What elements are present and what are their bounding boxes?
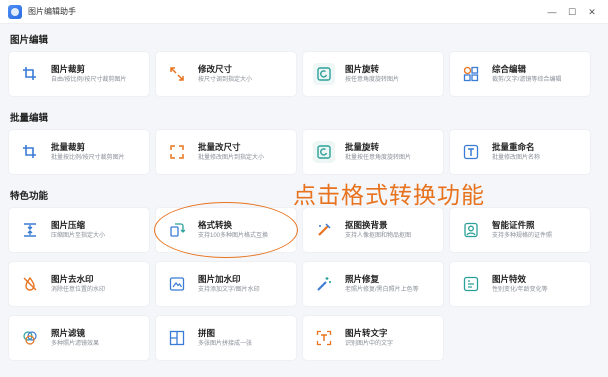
tool-title: 批量旋转 [345,142,380,152]
tool-card-rotate[interactable]: 图片旋转 按任意角度旋转图片 [303,52,443,96]
tool-title: 照片滤镜 [51,328,86,338]
tool-card-compress[interactable]: 图片压缩 压缩图片至指定大小 [9,208,149,252]
tool-desc: 按尺寸调到指定大小 [198,77,253,83]
tool-card-comprehensive-edit[interactable]: 综合编辑 裁剪/文字/滤镜等综合编辑 [450,52,590,96]
tool-desc: 消除任意位置的水印 [51,287,106,293]
tool-desc: 裁剪/文字/滤镜等综合编辑 [492,77,562,83]
tool-desc: 批量按比例/按尺寸裁剪图片 [51,155,125,161]
tool-title: 智能证件照 [492,220,535,230]
tool-card-batch-rotate[interactable]: 批量旋转 批量按任意角度旋转图片 [303,130,443,174]
add-watermark-icon [166,273,188,295]
crop-icon [19,63,41,85]
tool-card-resize[interactable]: 修改尺寸 按尺寸调到指定大小 [156,52,296,96]
app-logo-icon [8,4,22,19]
tool-title: 图片转文字 [345,328,388,338]
tool-card-id-photo[interactable]: 智能证件照 支持多种规格的证件照 [450,208,590,252]
compress-icon [19,219,41,241]
tool-title: 批量裁剪 [51,142,86,152]
tool-title: 综合编辑 [492,64,527,74]
tool-card-remove-watermark[interactable]: 图片去水印 消除任意位置的水印 [9,262,149,306]
tool-desc: 性别变化/年龄变化等 [492,287,548,293]
tool-card-image-to-text[interactable]: 图片转文字 识别图片中的文字 [303,316,443,360]
cutout-icon [313,219,335,241]
edit-tools-grid: 图片裁剪 自由/按比例/按尺寸裁剪图片 修改尺寸 按尺寸调到指定大小 图片旋转 … [9,52,590,96]
tool-desc: 按任意角度旋转图片 [345,77,400,83]
tool-card-add-watermark[interactable]: 图片加水印 支持添加文字/图片水印 [156,262,296,306]
featured-tools-grid: 图片压缩 压缩图片至指定大小 格式转换 支持100多种图片格式互换 抠图换背景 … [9,208,590,360]
tool-desc: 支持多种规格的证件照 [492,233,553,239]
minimize-button[interactable]: — [542,3,562,21]
tool-desc: 多张图片拼接成一张 [198,341,253,347]
tool-title: 图片压缩 [51,220,86,230]
collage-icon [166,327,188,349]
shapes-icon [460,63,482,85]
app-title: 图片编辑助手 [28,7,76,16]
maximize-button[interactable]: ☐ [562,3,582,21]
tool-desc: 支持人像抠图和物品抠图 [345,233,412,239]
resize-icon [166,63,188,85]
tool-desc: 支持添加文字/图片水印 [198,287,260,293]
tool-card-batch-rename[interactable]: 批量重命名 批量修改图片名称 [450,130,590,174]
tool-title: 批量重命名 [492,142,535,152]
tool-title: 图片特效 [492,274,527,284]
batch-crop-icon [19,141,41,163]
tool-title: 抠图换背景 [345,220,388,230]
tool-desc: 多种照片滤镜效果 [51,341,100,347]
title-bar: 图片编辑助手 — ☐ ✕ [0,0,608,24]
batch-rotate-icon [313,141,335,163]
tool-card-batch-resize[interactable]: 批量改尺寸 批量修改图片到指定大小 [156,130,296,174]
tool-title: 图片加水印 [198,274,241,284]
tool-desc: 识别图片中的文字 [345,341,394,347]
section-title-edit: 图片编辑 [10,35,49,46]
tool-title: 图片旋转 [345,64,380,74]
tool-card-collage[interactable]: 拼图 多张图片拼接成一张 [156,316,296,360]
annotation-text: 点击格式转换功能 [293,183,485,209]
tool-card-effects[interactable]: 图片特效 性别变化/年龄变化等 [450,262,590,306]
window-controls: — ☐ ✕ [542,0,602,24]
tool-desc: 批量按任意角度旋转图片 [345,155,412,161]
tool-title: 照片修复 [345,274,380,284]
tool-desc: 自由/按比例/按尺寸裁剪图片 [51,77,127,83]
ocr-icon [313,327,335,349]
tool-title: 修改尺寸 [198,64,233,74]
tool-desc: 批量修改图片名称 [492,155,541,161]
tool-card-photo-filter[interactable]: 照片滤镜 多种照片滤镜效果 [9,316,149,360]
magic-wand-icon [313,273,335,295]
tool-card-crop[interactable]: 图片裁剪 自由/按比例/按尺寸裁剪图片 [9,52,149,96]
tool-desc: 压缩图片至指定大小 [51,233,106,239]
tool-desc: 老照片修复/黑白照片上色等 [345,287,419,293]
tool-card-photo-repair[interactable]: 照片修复 老照片修复/黑白照片上色等 [303,262,443,306]
effects-icon [460,273,482,295]
remove-watermark-icon [19,273,41,295]
tool-title: 拼图 [198,328,216,338]
tool-title: 图片去水印 [51,274,94,284]
rotate-icon [313,63,335,85]
tool-title: 图片裁剪 [51,64,86,74]
batch-resize-icon [166,141,188,163]
tool-card-cutout-background[interactable]: 抠图换背景 支持人像抠图和物品抠图 [303,208,443,252]
tool-desc: 批量修改图片到指定大小 [198,155,265,161]
tool-card-batch-crop[interactable]: 批量裁剪 批量按比例/按尺寸裁剪图片 [9,130,149,174]
filter-icon [19,327,41,349]
rename-icon [460,141,482,163]
section-title-batch: 批量编辑 [10,113,49,124]
section-title-featured: 特色功能 [10,191,49,202]
tool-title: 批量改尺寸 [198,142,241,152]
id-photo-icon [460,219,482,241]
batch-tools-grid: 批量裁剪 批量按比例/按尺寸裁剪图片 批量改尺寸 批量修改图片到指定大小 批量旋… [9,130,590,174]
close-button[interactable]: ✕ [582,3,602,21]
highlight-ellipse [154,202,298,258]
